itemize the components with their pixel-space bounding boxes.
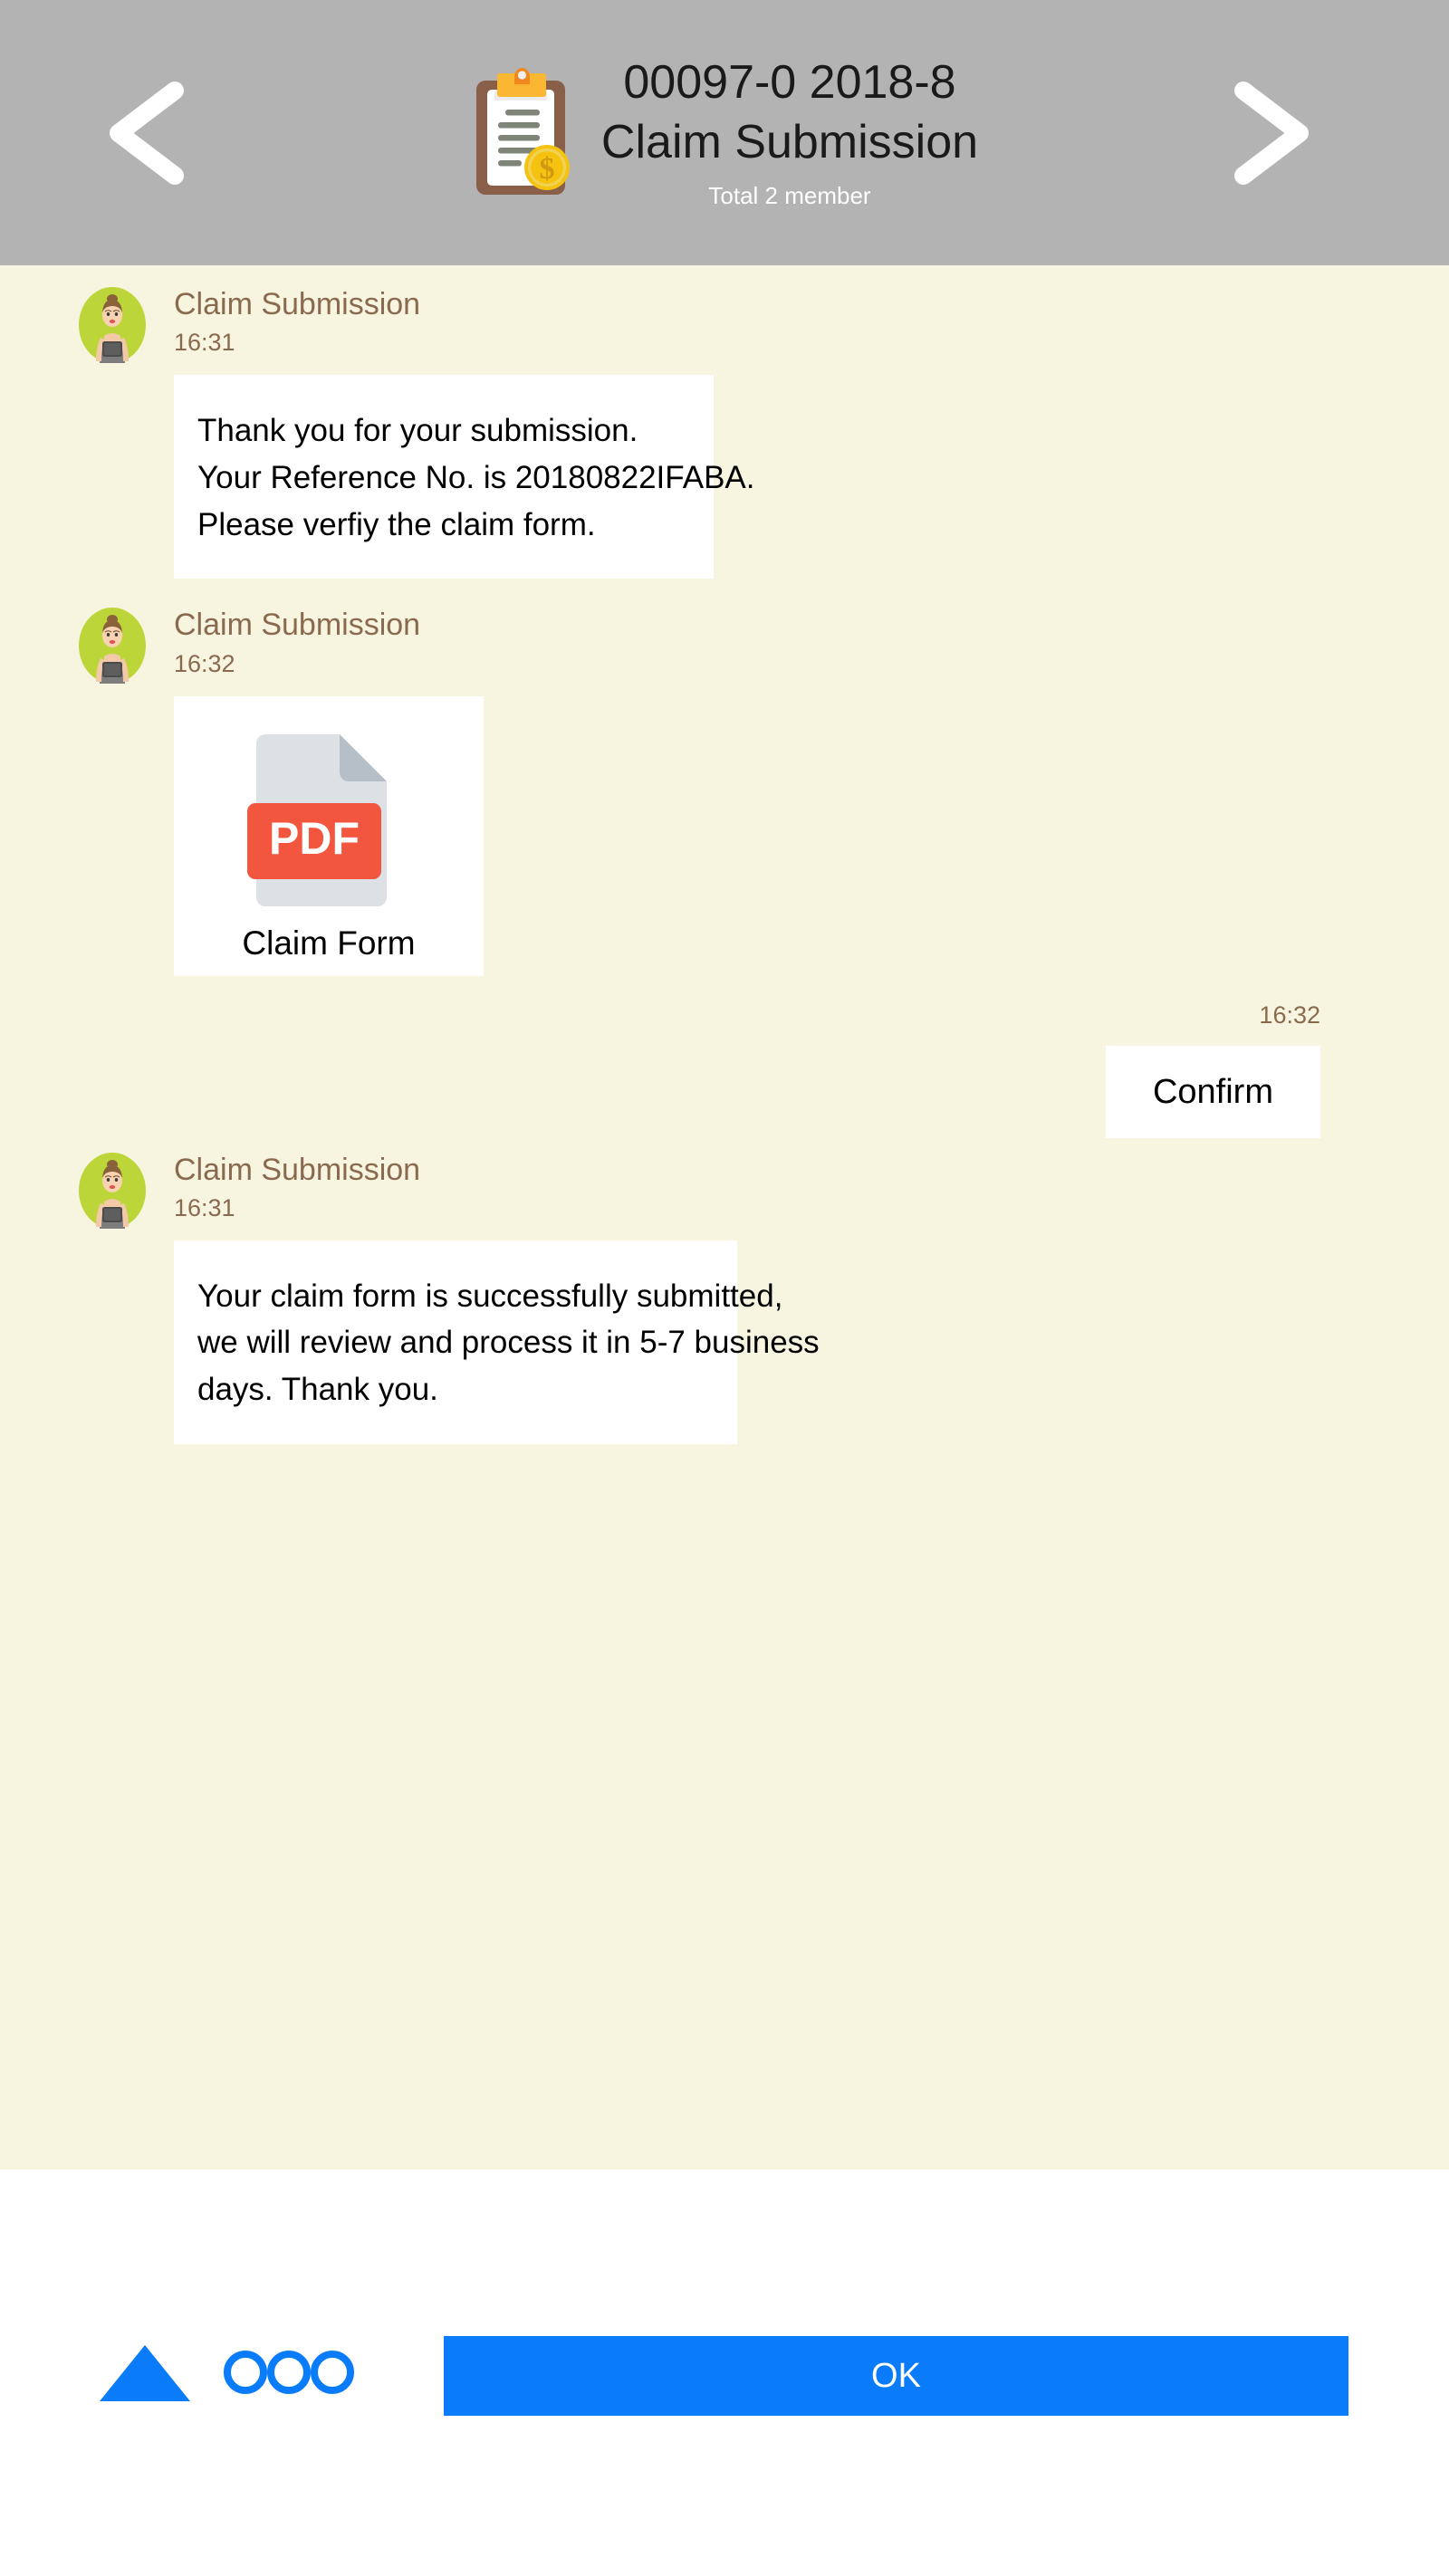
message-line: Thank you for your submission. <box>197 413 638 449</box>
header-member-count: Total 2 member <box>708 181 871 209</box>
message-body: Claim Submission 16:31 Thank you for you… <box>174 285 755 579</box>
agent-avatar-icon <box>72 285 152 365</box>
chat-message-list[interactable]: Claim Submission 16:31 Thank you for you… <box>0 265 1449 2169</box>
message-item: Claim Submission 16:31 Your claim form i… <box>0 1151 1449 1445</box>
message-sender: Claim Submission <box>174 287 421 321</box>
message-line: we will review and process it in 5-7 bus… <box>197 1325 820 1361</box>
confirm-button-label: Confirm <box>1152 1072 1273 1111</box>
message-item: Claim Submission 16:31 Thank you for you… <box>0 265 1449 579</box>
message-line: Your claim form is successfully submitte… <box>197 1278 783 1314</box>
attachment-card-claim-form[interactable]: PDF Claim Form <box>174 695 484 976</box>
chevron-right-icon[interactable] <box>1218 74 1318 192</box>
message-timestamp: 16:31 <box>174 329 235 357</box>
message-sender: Claim Submission <box>174 1152 421 1187</box>
message-body: Claim Submission 16:32 PDF Claim Form <box>174 606 484 976</box>
bottom-action-bar: OK <box>0 2169 1449 2576</box>
pdf-file-icon: PDF <box>238 723 419 912</box>
three-circles-icon[interactable] <box>223 2340 355 2405</box>
header-titles: 00097-0 2018-8 Claim Submission Total 2 … <box>601 59 978 207</box>
attachment-file-name: Claim Form <box>242 924 416 962</box>
message-bubble: Thank you for your submission. Your Refe… <box>174 375 755 579</box>
message-line: Please verfiy the claim form. <box>197 506 596 542</box>
clipboard-money-icon: $ <box>471 61 578 206</box>
svg-text:$: $ <box>539 152 554 186</box>
message-body: Claim Submission 16:31 Your claim form i… <box>174 1151 820 1445</box>
confirm-button[interactable]: Confirm <box>1105 1045 1320 1138</box>
header-ticket-number: 00097-0 2018-8 <box>623 55 956 109</box>
message-item-outgoing: 16:32 Confirm <box>0 1001 1449 1138</box>
message-sender: Claim Submission <box>174 608 421 643</box>
agent-avatar-icon <box>72 1151 152 1231</box>
message-bubble: Your claim form is successfully submitte… <box>174 1240 820 1445</box>
message-line: days. Thank you. <box>197 1372 438 1408</box>
triangle-up-icon[interactable] <box>100 2345 190 2401</box>
ok-button[interactable]: OK <box>444 2336 1348 2416</box>
message-item: Claim Submission 16:32 PDF Claim Form <box>0 606 1449 976</box>
message-timestamp: 16:31 <box>174 1193 235 1221</box>
app-header: $ 00097-0 2018-8 Claim Submission Total … <box>0 0 1449 265</box>
message-line: Your Reference No. is 20180822IFABA. <box>197 459 755 495</box>
message-timestamp: 16:32 <box>174 649 235 677</box>
chat-app-window: $ 00097-0 2018-8 Claim Submission Total … <box>0 0 1449 2576</box>
message-timestamp: 16:32 <box>1259 1001 1320 1029</box>
agent-avatar-icon <box>72 606 152 685</box>
page-title: Claim Submission <box>600 115 979 168</box>
svg-text:PDF: PDF <box>269 813 360 864</box>
